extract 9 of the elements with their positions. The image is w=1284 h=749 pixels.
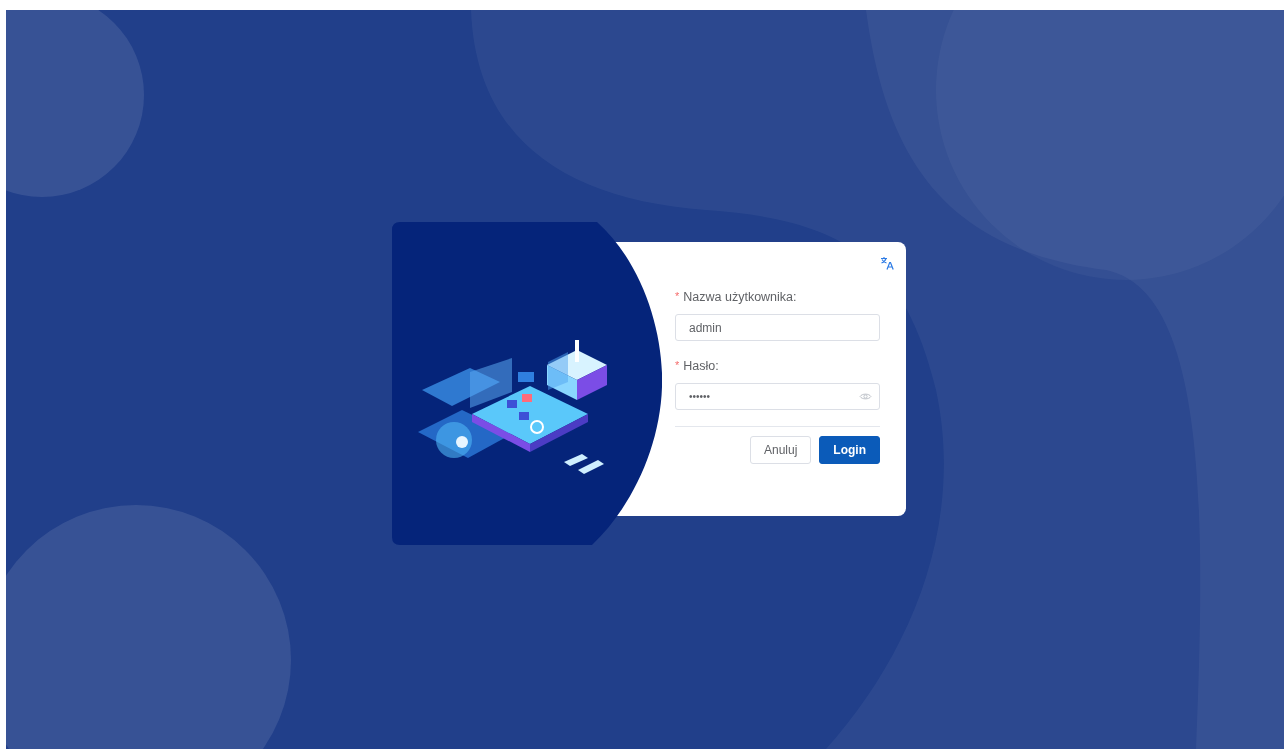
field-label: Hasło:	[683, 359, 719, 373]
field-label: Nazwa użytkownika:	[683, 290, 797, 304]
cancel-button[interactable]: Anuluj	[750, 436, 812, 464]
translate-icon[interactable]	[880, 256, 894, 270]
password-field[interactable]: ••••••	[675, 383, 880, 410]
required-mark: *	[675, 290, 680, 304]
username-field[interactable]: admin	[675, 314, 880, 341]
required-mark: *	[675, 359, 680, 373]
login-button[interactable]: Login	[819, 436, 880, 464]
